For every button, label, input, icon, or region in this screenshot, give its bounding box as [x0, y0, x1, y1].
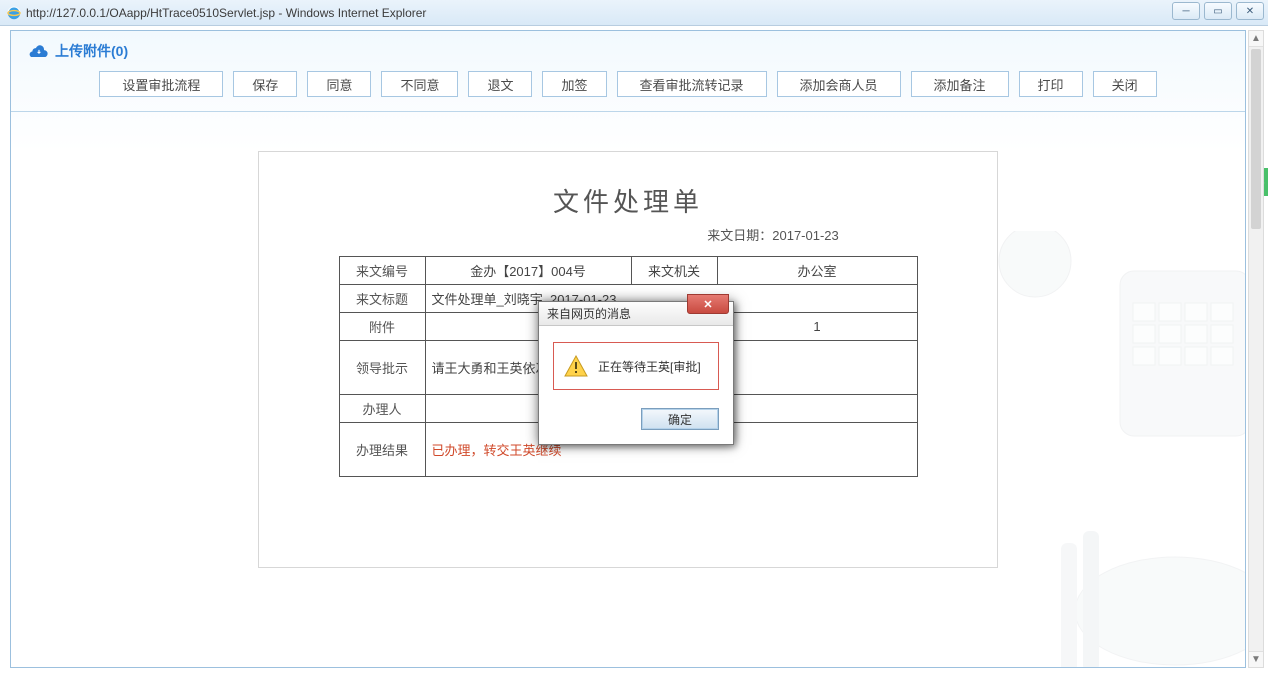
- document-title: 文件处理单: [259, 182, 997, 219]
- upload-label[interactable]: 上传附件(0): [55, 41, 128, 61]
- add-consult-button[interactable]: 添加会商人员: [777, 71, 901, 97]
- toolbar: 设置审批流程 保存 同意 不同意 退文 加签 查看审批流转记录 添加会商人员 添…: [11, 61, 1245, 112]
- background-decoration: [965, 231, 1245, 667]
- label-doc-no: 来文编号: [339, 257, 425, 285]
- cosign-button[interactable]: 加签: [542, 71, 606, 97]
- ie-titlebar: http://127.0.0.1/OAapp/HtTrace0510Servle…: [0, 0, 1268, 26]
- dialog-ok-button[interactable]: 确定: [641, 408, 719, 430]
- dialog-body: 正在等待王英[审批]: [539, 326, 733, 398]
- label-leader-note: 领导批示: [339, 341, 425, 395]
- table-row: 来文编号 金办【2017】004号 来文机关 办公室: [339, 257, 917, 285]
- upload-bar: 上传附件(0): [11, 31, 1245, 61]
- dialog-titlebar: 来自网页的消息 ✕: [539, 302, 733, 326]
- ie-window: http://127.0.0.1/OAapp/HtTrace0510Servle…: [0, 0, 1268, 674]
- window-controls: ─ ▭ ✕: [1172, 2, 1264, 20]
- value-doc-no: 金办【2017】004号: [425, 257, 631, 285]
- scroll-up-arrow-icon[interactable]: ▲: [1249, 31, 1263, 47]
- label-result: 办理结果: [339, 423, 425, 477]
- close-icon: ✕: [703, 298, 712, 311]
- value-doc-org: 办公室: [717, 257, 917, 285]
- ie-logo-icon: [6, 5, 22, 21]
- return-button[interactable]: 退文: [468, 71, 532, 97]
- set-flow-button[interactable]: 设置审批流程: [99, 71, 223, 97]
- agree-button[interactable]: 同意: [307, 71, 371, 97]
- close-window-button[interactable]: ✕: [1236, 2, 1264, 20]
- dialog-message-box: 正在等待王英[审批]: [553, 342, 719, 390]
- add-remark-button[interactable]: 添加备注: [911, 71, 1009, 97]
- print-button[interactable]: 打印: [1019, 71, 1083, 97]
- dialog-footer: 确定: [539, 398, 733, 444]
- dialog-message: 正在等待王英[审批]: [598, 358, 701, 375]
- cloud-upload-icon: [29, 44, 49, 58]
- scroll-thumb[interactable]: [1251, 49, 1261, 229]
- dialog-close-button[interactable]: ✕: [687, 294, 729, 314]
- maximize-button[interactable]: ▭: [1204, 2, 1232, 20]
- value-attachment-count: 1: [717, 313, 917, 341]
- disagree-button[interactable]: 不同意: [381, 71, 458, 97]
- ie-body: 58 上传附件(0) 设置审批流程 保存 同意 不同意 退文 加签 查看审批流转…: [0, 26, 1268, 674]
- vertical-scrollbar[interactable]: ▲ ▼: [1248, 30, 1264, 668]
- alert-dialog: 来自网页的消息 ✕ 正在等待王英[审批] 确定: [538, 301, 734, 445]
- label-doc-title: 来文标题: [339, 285, 425, 313]
- scroll-down-arrow-icon[interactable]: ▼: [1249, 651, 1263, 667]
- view-flow-button[interactable]: 查看审批流转记录: [617, 71, 767, 97]
- window-title: http://127.0.0.1/OAapp/HtTrace0510Servle…: [26, 6, 426, 20]
- label-doc-org: 来文机关: [631, 257, 717, 285]
- document-date: 来文日期：2017-01-23: [549, 225, 997, 244]
- label-handler: 办理人: [339, 395, 425, 423]
- minimize-button[interactable]: ─: [1172, 2, 1200, 20]
- dialog-title: 来自网页的消息: [547, 305, 631, 322]
- close-button[interactable]: 关闭: [1093, 71, 1157, 97]
- warning-icon: [564, 355, 588, 377]
- save-button[interactable]: 保存: [233, 71, 297, 97]
- label-attachment: 附件: [339, 313, 425, 341]
